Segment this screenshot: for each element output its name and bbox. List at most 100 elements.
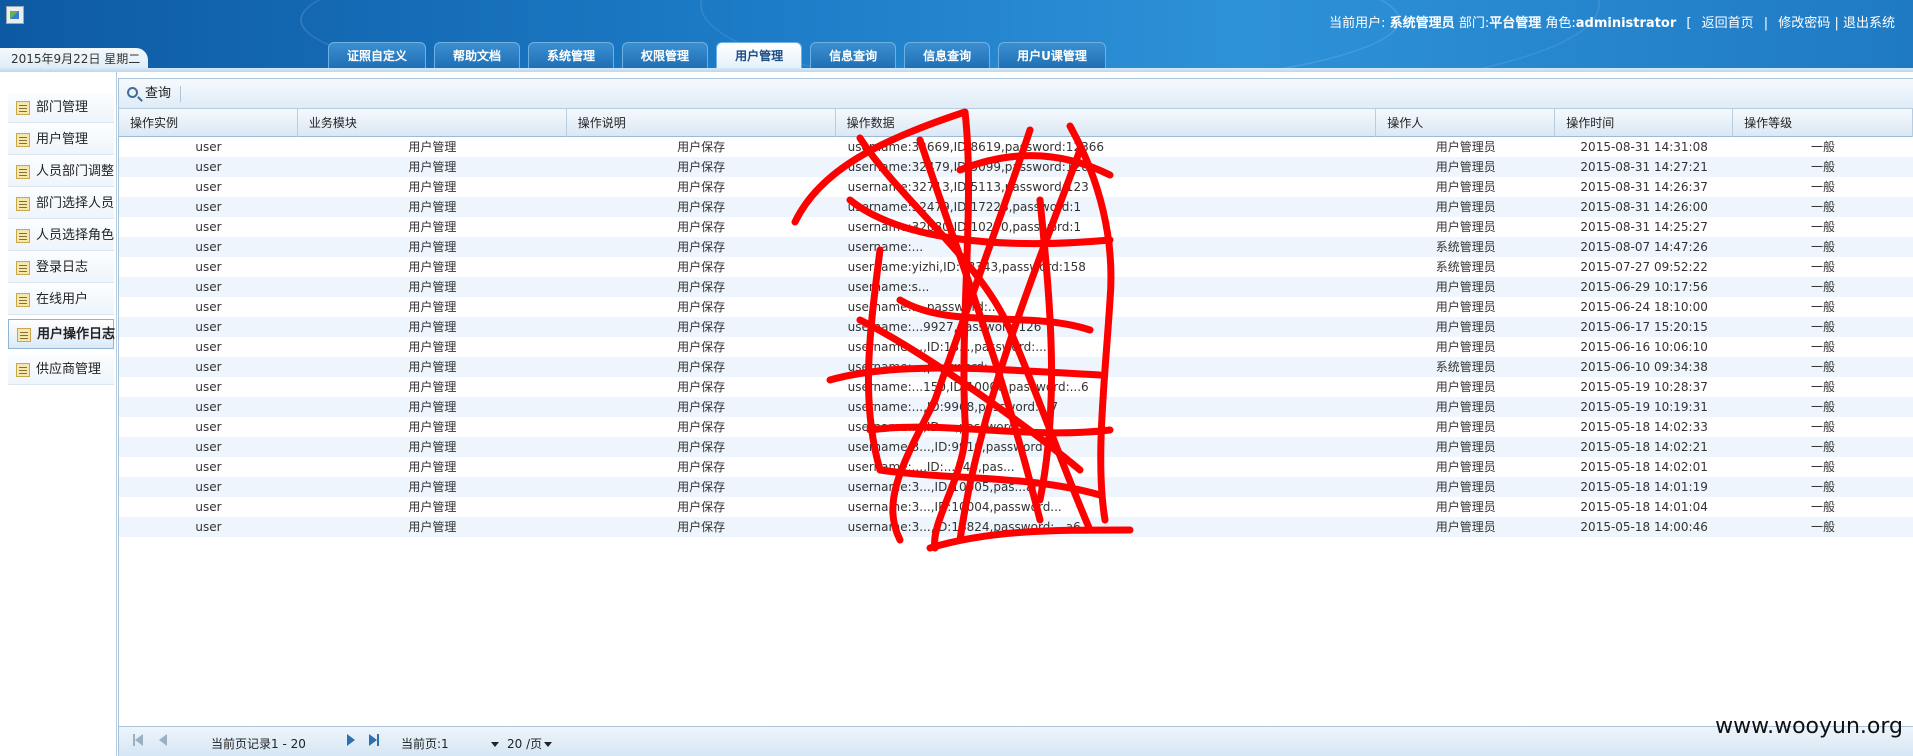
table-cell: 2015-06-24 18:10:00 xyxy=(1580,300,1708,314)
table-cell: 用户管理员 xyxy=(1435,380,1496,394)
logo-icon xyxy=(6,6,24,24)
tab-0[interactable]: 证照自定义 xyxy=(328,42,427,68)
table-row[interactable]: user 用户管理 用户保存 username:32080,ID:10270,pass… xyxy=(119,217,1913,237)
column-header[interactable]: 操作数据 xyxy=(836,109,1377,137)
page-size-select[interactable]: 20 /页 xyxy=(507,735,553,752)
table-cell: 用户管理 xyxy=(408,160,457,174)
tab-6[interactable]: 信息查询 xyxy=(904,42,991,68)
sidebar-item-0[interactable]: 部门管理 xyxy=(8,93,114,123)
table-row[interactable]: user 用户管理 用户保存 username:3...,ID:10004,passw… xyxy=(119,497,1913,517)
next-page-icon[interactable] xyxy=(347,734,355,749)
table-row[interactable]: user 用户管理 用户保存 username:3...,ID:10005,pas..… xyxy=(119,477,1913,497)
tab-3[interactable]: 权限管理 xyxy=(622,42,709,68)
sidebar-item-2[interactable]: 人员部门调整 xyxy=(8,157,114,187)
table-row[interactable]: user 用户管理 用户保存 username:...9927,password:12… xyxy=(119,317,1913,337)
column-header[interactable]: 业务模块 xyxy=(298,109,567,137)
table-row[interactable]: user 用户管理 用户保存 username:...,ID:...348,pas..… xyxy=(119,457,1913,477)
table-cell: 2015-06-17 15:20:15 xyxy=(1580,320,1708,334)
current-page-label: 当前页:1 xyxy=(401,737,449,751)
document-icon xyxy=(16,229,30,243)
sidebar-item-8[interactable]: 供应商管理 xyxy=(8,355,114,385)
table-row[interactable]: user 用户管理 用户保存 username:...,password:... 用户管… xyxy=(119,297,1913,317)
sidebar-item-5[interactable]: 登录日志 xyxy=(8,253,114,283)
table-cell: username:...,ID:18...,password:... xyxy=(847,340,1047,354)
table-cell: username:32669,ID:8619,password:12366 xyxy=(847,140,1104,154)
table-cell: 2015-08-31 14:26:37 xyxy=(1580,180,1708,194)
table-row[interactable]: user 用户管理 用户保存 username:32713,ID:5113,passw… xyxy=(119,177,1913,197)
table-cell: 用户管理 xyxy=(408,360,457,374)
user-info-bar: 当前用户: 系统管理员 部门:平台管理 角色:administrator [ 返… xyxy=(1329,16,1895,31)
tab-2[interactable]: 系统管理 xyxy=(528,42,615,68)
table-cell: username:3...,ID:16824,password:...a6 xyxy=(847,520,1081,534)
table-cell: 用户保存 xyxy=(677,400,726,414)
column-header[interactable]: 操作说明 xyxy=(567,109,836,137)
table-cell: 用户管理员 xyxy=(1435,220,1496,234)
table-cell: username:32713,ID:5113,password:123 xyxy=(847,180,1089,194)
table-cell: 一般 xyxy=(1811,500,1836,514)
table-cell: 一般 xyxy=(1811,380,1836,394)
table-cell: user xyxy=(195,200,222,214)
sidebar-item-7[interactable]: 用户操作日志 xyxy=(8,319,116,349)
table-cell: 用户管理员 xyxy=(1435,160,1496,174)
page-size-label: 20 /页 xyxy=(507,737,543,751)
app-header: 当前用户: 系统管理员 部门:平台管理 角色:administrator [ 返… xyxy=(0,0,1913,68)
table-cell: 用户管理 xyxy=(408,300,457,314)
table-cell: username:3...,ID:10004,password... xyxy=(847,500,1062,514)
logout-link[interactable]: 退出系统 xyxy=(1843,16,1895,31)
tab-1[interactable]: 帮助文档 xyxy=(434,42,521,68)
column-header[interactable]: 操作时间 xyxy=(1555,109,1734,137)
sidebar-item-label: 人员选择角色 xyxy=(36,228,115,243)
column-header[interactable]: 操作实例 xyxy=(119,109,298,137)
table-row[interactable]: user 用户管理 用户保存 username:...,ID:18...,passwo… xyxy=(119,337,1913,357)
table-row[interactable]: user 用户管理 用户保存 username:yizhi,ID:18343,pass… xyxy=(119,257,1913,277)
home-link[interactable]: 返回首页 xyxy=(1702,16,1754,31)
tab-7[interactable]: 用户U课管理 xyxy=(998,42,1106,68)
table-row[interactable]: user 用户管理 用户保存 username:3...,ID:9910,passwo… xyxy=(119,437,1913,457)
table-cell: 用户保存 xyxy=(677,440,726,454)
document-icon xyxy=(16,101,30,115)
document-icon xyxy=(16,165,30,179)
table-cell: 一般 xyxy=(1811,440,1836,454)
last-page-icon[interactable] xyxy=(369,734,379,749)
table-row[interactable]: user 用户管理 用户保存 username:32479,ID:5099,passw… xyxy=(119,157,1913,177)
query-button[interactable]: 查询 xyxy=(125,84,182,104)
current-user-label: 当前用户: xyxy=(1329,16,1386,31)
table-cell: user xyxy=(195,520,222,534)
sidebar-item-3[interactable]: 部门选择人员 xyxy=(8,189,114,219)
table-cell: 一般 xyxy=(1811,400,1836,414)
table-row[interactable]: user 用户管理 用户保存 username:... 系统管理员 2015-08-07 … xyxy=(119,237,1913,257)
table-cell: 用户管理 xyxy=(408,240,457,254)
table-cell: username:3...,ID:9910,password:... xyxy=(847,440,1059,454)
table-cell: 2015-06-16 10:06:10 xyxy=(1580,340,1708,354)
tab-5[interactable]: 信息查询 xyxy=(810,42,897,68)
change-password-link[interactable]: 修改密码 xyxy=(1778,16,1830,31)
table-row[interactable]: user 用户管理 用户保存 username:3...,ID:16824,passw… xyxy=(119,517,1913,537)
first-page-icon[interactable] xyxy=(133,734,143,749)
table-cell: user xyxy=(195,460,222,474)
prev-page-icon[interactable] xyxy=(159,734,167,749)
table-cell: 2015-08-31 14:26:00 xyxy=(1580,200,1708,214)
sidebar-item-4[interactable]: 人员选择角色 xyxy=(8,221,114,251)
table-header: 操作实例 业务模块 操作说明 操作数据 操作人 操作时间 操作等级 xyxy=(119,109,1913,137)
table-row[interactable]: user 用户管理 用户保存 username:...,password:... 系统管… xyxy=(119,357,1913,377)
table-row[interactable]: user 用户管理 用户保存 username:...,ID:...,password… xyxy=(119,417,1913,437)
sidebar-item-6[interactable]: 在线用户 xyxy=(8,285,114,315)
pagination-bar: 当前页记录1 - 20 当前页:1 20 /页 xyxy=(119,726,1913,756)
table-row[interactable]: user 用户管理 用户保存 username:32669,ID:8619,passw… xyxy=(119,137,1913,157)
tab-4[interactable]: 用户管理 xyxy=(716,42,803,68)
table-cell: user xyxy=(195,260,222,274)
table-cell: 用户管理 xyxy=(408,400,457,414)
column-header[interactable]: 操作等级 xyxy=(1733,109,1913,137)
column-header[interactable]: 操作人 xyxy=(1376,109,1556,137)
table-row[interactable]: user 用户管理 用户保存 username:...150,ID:10006,pas… xyxy=(119,377,1913,397)
sidebar-item-1[interactable]: 用户管理 xyxy=(8,125,114,155)
table-row[interactable]: user 用户管理 用户保存 username:s... 用户管理员 2015-06-29… xyxy=(119,277,1913,297)
table-cell: 2015-08-07 14:47:26 xyxy=(1580,240,1708,254)
table-row[interactable]: user 用户管理 用户保存 username:...,ID:9968,passwor… xyxy=(119,397,1913,417)
table-cell: 用户管理 xyxy=(408,480,457,494)
sidebar-item-label: 用户操作日志 xyxy=(37,327,116,342)
table-cell: user xyxy=(195,440,222,454)
table-row[interactable]: user 用户管理 用户保存 username:32479,ID:17228,pass… xyxy=(119,197,1913,217)
current-page-select[interactable]: 当前页:1 xyxy=(401,735,499,752)
sidebar-item-label: 用户管理 xyxy=(36,132,89,147)
